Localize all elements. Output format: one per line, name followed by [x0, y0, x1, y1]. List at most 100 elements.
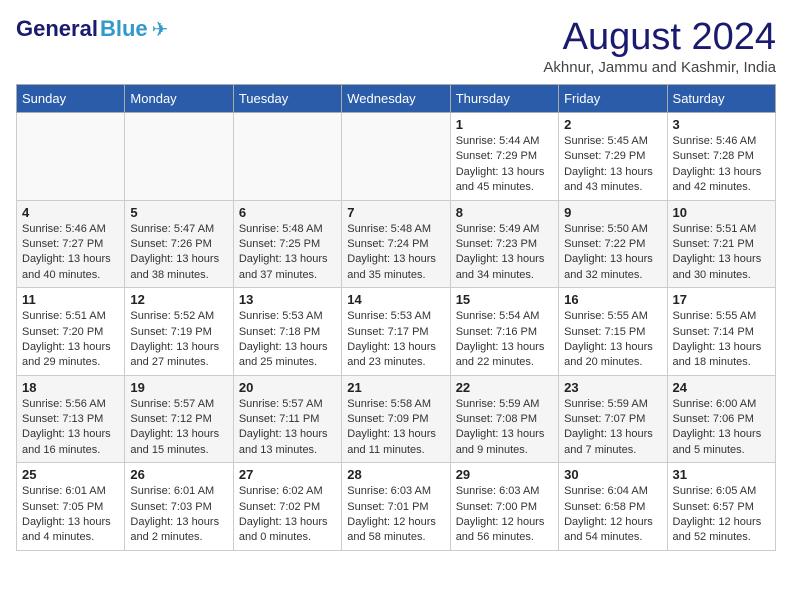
calendar-cell [125, 113, 233, 201]
day-info: Sunrise: 5:57 AM Sunset: 7:11 PM Dayligh… [239, 397, 336, 459]
calendar-cell: 23 Sunrise: 5:59 AM Sunset: 7:07 PM Dayli… [559, 375, 667, 463]
weekday-header-thursday: Thursday [450, 85, 558, 113]
day-number: 1 [456, 117, 553, 132]
calendar-cell: 20 Sunrise: 5:57 AM Sunset: 7:11 PM Dayli… [233, 375, 341, 463]
day-info: Sunrise: 5:56 AM Sunset: 7:13 PM Dayligh… [22, 397, 119, 459]
calendar-week-5: 25 Sunrise: 6:01 AM Sunset: 7:05 PM Dayli… [17, 463, 776, 551]
logo-blue: Blue [100, 16, 148, 42]
month-title: August 2024 [543, 16, 776, 59]
day-info: Sunrise: 5:46 AM Sunset: 7:27 PM Dayligh… [22, 222, 119, 284]
day-info: Sunrise: 5:59 AM Sunset: 7:07 PM Dayligh… [564, 397, 661, 459]
location: Akhnur, Jammu and Kashmir, India [543, 59, 776, 76]
logo: General Blue ✈ [16, 16, 168, 42]
day-info: Sunrise: 6:05 AM Sunset: 6:57 PM Dayligh… [673, 484, 770, 546]
calendar-cell: 28 Sunrise: 6:03 AM Sunset: 7:01 PM Dayli… [342, 463, 450, 551]
calendar-cell: 15Sunrise: 5:54 AM Sunset: 7:16 PM Dayli… [450, 288, 558, 376]
calendar-cell: 2Sunrise: 5:45 AM Sunset: 7:29 PM Daylig… [559, 113, 667, 201]
day-number: 5 [130, 205, 227, 220]
day-number: 13 [239, 292, 336, 307]
day-info: Sunrise: 5:55 AM Sunset: 7:15 PM Dayligh… [564, 309, 661, 371]
day-number: 9 [564, 205, 661, 220]
day-info: Sunrise: 6:00 AM Sunset: 7:06 PM Dayligh… [673, 397, 770, 459]
page-header: General Blue ✈ August 2024 Akhnur, Jammu… [16, 16, 776, 76]
day-number: 7 [347, 205, 444, 220]
day-number: 20 [239, 380, 336, 395]
calendar-cell: 24Sunrise: 6:00 AM Sunset: 7:06 PM Dayli… [667, 375, 775, 463]
calendar-cell [342, 113, 450, 201]
day-info: Sunrise: 5:53 AM Sunset: 7:18 PM Dayligh… [239, 309, 336, 371]
calendar-cell: 29 Sunrise: 6:03 AM Sunset: 7:00 PM Dayli… [450, 463, 558, 551]
day-number: 16 [564, 292, 661, 307]
day-number: 2 [564, 117, 661, 132]
day-info: Sunrise: 5:46 AM Sunset: 7:28 PM Dayligh… [673, 134, 770, 196]
calendar-cell: 9 Sunrise: 5:50 AM Sunset: 7:22 PM Daylig… [559, 200, 667, 288]
calendar-cell: 11Sunrise: 5:51 AM Sunset: 7:20 PM Dayli… [17, 288, 125, 376]
weekday-header-wednesday: Wednesday [342, 85, 450, 113]
logo-bird-icon: ✈ [152, 17, 169, 42]
logo-general: General [16, 16, 98, 42]
calendar-cell: 1 Sunrise: 5:44 AM Sunset: 7:29 PM Daylig… [450, 113, 558, 201]
calendar-week-2: 4 Sunrise: 5:46 AM Sunset: 7:27 PM Daylig… [17, 200, 776, 288]
weekday-header-sunday: Sunday [17, 85, 125, 113]
day-number: 23 [564, 380, 661, 395]
day-number: 29 [456, 467, 553, 482]
day-info: Sunrise: 5:54 AM Sunset: 7:16 PM Dayligh… [456, 309, 553, 371]
day-number: 8 [456, 205, 553, 220]
day-number: 3 [673, 117, 770, 132]
weekday-header-monday: Monday [125, 85, 233, 113]
day-number: 11 [22, 292, 119, 307]
day-info: Sunrise: 5:53 AM Sunset: 7:17 PM Dayligh… [347, 309, 444, 371]
day-number: 6 [239, 205, 336, 220]
calendar-cell: 16 Sunrise: 5:55 AM Sunset: 7:15 PM Dayli… [559, 288, 667, 376]
calendar-cell: 14 Sunrise: 5:53 AM Sunset: 7:17 PM Dayli… [342, 288, 450, 376]
day-info: Sunrise: 5:59 AM Sunset: 7:08 PM Dayligh… [456, 397, 553, 459]
calendar-cell [17, 113, 125, 201]
day-number: 28 [347, 467, 444, 482]
day-info: Sunrise: 6:04 AM Sunset: 6:58 PM Dayligh… [564, 484, 661, 546]
day-number: 4 [22, 205, 119, 220]
day-info: Sunrise: 6:01 AM Sunset: 7:03 PM Dayligh… [130, 484, 227, 546]
day-number: 31 [673, 467, 770, 482]
calendar-header-row: SundayMondayTuesdayWednesdayThursdayFrid… [17, 85, 776, 113]
calendar-cell: 22Sunrise: 5:59 AM Sunset: 7:08 PM Dayli… [450, 375, 558, 463]
calendar-cell: 13 Sunrise: 5:53 AM Sunset: 7:18 PM Dayli… [233, 288, 341, 376]
calendar-cell: 26 Sunrise: 6:01 AM Sunset: 7:03 PM Dayli… [125, 463, 233, 551]
calendar-cell: 19 Sunrise: 5:57 AM Sunset: 7:12 PM Dayli… [125, 375, 233, 463]
day-number: 30 [564, 467, 661, 482]
day-number: 14 [347, 292, 444, 307]
calendar-cell: 31 Sunrise: 6:05 AM Sunset: 6:57 PM Dayli… [667, 463, 775, 551]
day-info: Sunrise: 5:50 AM Sunset: 7:22 PM Dayligh… [564, 222, 661, 284]
day-info: Sunrise: 5:57 AM Sunset: 7:12 PM Dayligh… [130, 397, 227, 459]
day-info: Sunrise: 6:01 AM Sunset: 7:05 PM Dayligh… [22, 484, 119, 546]
day-info: Sunrise: 5:48 AM Sunset: 7:25 PM Dayligh… [239, 222, 336, 284]
day-info: Sunrise: 6:03 AM Sunset: 7:00 PM Dayligh… [456, 484, 553, 546]
day-info: Sunrise: 6:02 AM Sunset: 7:02 PM Dayligh… [239, 484, 336, 546]
weekday-header-saturday: Saturday [667, 85, 775, 113]
day-number: 19 [130, 380, 227, 395]
calendar-week-1: 1 Sunrise: 5:44 AM Sunset: 7:29 PM Daylig… [17, 113, 776, 201]
calendar-cell: 17 Sunrise: 5:55 AM Sunset: 7:14 PM Dayli… [667, 288, 775, 376]
calendar-cell: 7 Sunrise: 5:48 AM Sunset: 7:24 PM Daylig… [342, 200, 450, 288]
day-info: Sunrise: 5:55 AM Sunset: 7:14 PM Dayligh… [673, 309, 770, 371]
day-info: Sunrise: 5:47 AM Sunset: 7:26 PM Dayligh… [130, 222, 227, 284]
day-number: 18 [22, 380, 119, 395]
calendar-cell: 27 Sunrise: 6:02 AM Sunset: 7:02 PM Dayli… [233, 463, 341, 551]
calendar-cell: 3 Sunrise: 5:46 AM Sunset: 7:28 PM Daylig… [667, 113, 775, 201]
calendar-cell: 12Sunrise: 5:52 AM Sunset: 7:19 PM Dayli… [125, 288, 233, 376]
calendar-cell: 10Sunrise: 5:51 AM Sunset: 7:21 PM Dayli… [667, 200, 775, 288]
calendar-week-4: 18 Sunrise: 5:56 AM Sunset: 7:13 PM Dayli… [17, 375, 776, 463]
day-info: Sunrise: 5:44 AM Sunset: 7:29 PM Dayligh… [456, 134, 553, 196]
calendar-cell: 6 Sunrise: 5:48 AM Sunset: 7:25 PM Daylig… [233, 200, 341, 288]
title-area: August 2024 Akhnur, Jammu and Kashmir, I… [543, 16, 776, 76]
day-info: Sunrise: 5:48 AM Sunset: 7:24 PM Dayligh… [347, 222, 444, 284]
day-info: Sunrise: 5:58 AM Sunset: 7:09 PM Dayligh… [347, 397, 444, 459]
day-number: 26 [130, 467, 227, 482]
day-number: 25 [22, 467, 119, 482]
calendar-cell: 25 Sunrise: 6:01 AM Sunset: 7:05 PM Dayli… [17, 463, 125, 551]
day-number: 17 [673, 292, 770, 307]
weekday-header-friday: Friday [559, 85, 667, 113]
weekday-header-tuesday: Tuesday [233, 85, 341, 113]
day-number: 27 [239, 467, 336, 482]
day-info: Sunrise: 6:03 AM Sunset: 7:01 PM Dayligh… [347, 484, 444, 546]
day-number: 12 [130, 292, 227, 307]
